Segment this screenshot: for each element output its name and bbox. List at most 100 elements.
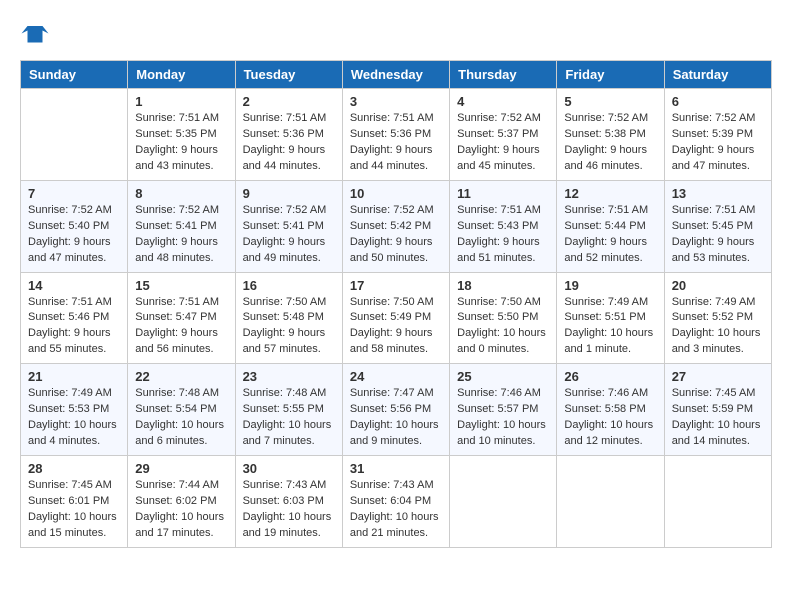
daylight-label: Daylight: 10 hours and 17 minutes. bbox=[135, 511, 224, 539]
calendar-cell: 30 Sunrise: 7:43 AM Sunset: 6:03 PM Dayl… bbox=[235, 456, 342, 548]
calendar-cell: 6 Sunrise: 7:52 AM Sunset: 5:39 PM Dayli… bbox=[664, 89, 771, 181]
day-info: Sunrise: 7:43 AM Sunset: 6:04 PM Dayligh… bbox=[350, 478, 442, 542]
sunset-label: Sunset: 6:04 PM bbox=[350, 495, 431, 507]
logo-icon bbox=[20, 20, 50, 50]
daylight-label: Daylight: 10 hours and 3 minutes. bbox=[672, 327, 761, 355]
day-number: 12 bbox=[564, 186, 656, 201]
calendar-table: SundayMondayTuesdayWednesdayThursdayFrid… bbox=[20, 60, 772, 548]
calendar-cell: 16 Sunrise: 7:50 AM Sunset: 5:48 PM Dayl… bbox=[235, 272, 342, 364]
daylight-label: Daylight: 10 hours and 1 minute. bbox=[564, 327, 653, 355]
day-number: 11 bbox=[457, 186, 549, 201]
day-info: Sunrise: 7:50 AM Sunset: 5:48 PM Dayligh… bbox=[243, 295, 335, 359]
day-info: Sunrise: 7:43 AM Sunset: 6:03 PM Dayligh… bbox=[243, 478, 335, 542]
sunset-label: Sunset: 5:50 PM bbox=[457, 311, 538, 323]
sunrise-label: Sunrise: 7:46 AM bbox=[564, 387, 648, 399]
day-info: Sunrise: 7:49 AM Sunset: 5:51 PM Dayligh… bbox=[564, 295, 656, 359]
calendar-week-5: 28 Sunrise: 7:45 AM Sunset: 6:01 PM Dayl… bbox=[21, 456, 772, 548]
daylight-label: Daylight: 9 hours and 57 minutes. bbox=[243, 327, 326, 355]
daylight-label: Daylight: 10 hours and 10 minutes. bbox=[457, 419, 546, 447]
day-number: 31 bbox=[350, 461, 442, 476]
day-info: Sunrise: 7:46 AM Sunset: 5:57 PM Dayligh… bbox=[457, 386, 549, 450]
sunrise-label: Sunrise: 7:52 AM bbox=[243, 204, 327, 216]
sunset-label: Sunset: 5:36 PM bbox=[243, 128, 324, 140]
calendar-cell: 13 Sunrise: 7:51 AM Sunset: 5:45 PM Dayl… bbox=[664, 180, 771, 272]
day-number: 25 bbox=[457, 369, 549, 384]
sunset-label: Sunset: 5:41 PM bbox=[135, 220, 216, 232]
sunrise-label: Sunrise: 7:43 AM bbox=[350, 479, 434, 491]
sunset-label: Sunset: 5:56 PM bbox=[350, 403, 431, 415]
day-info: Sunrise: 7:51 AM Sunset: 5:43 PM Dayligh… bbox=[457, 203, 549, 267]
daylight-label: Daylight: 9 hours and 53 minutes. bbox=[672, 236, 755, 264]
weekday-header-wednesday: Wednesday bbox=[342, 61, 449, 89]
daylight-label: Daylight: 9 hours and 52 minutes. bbox=[564, 236, 647, 264]
sunset-label: Sunset: 5:49 PM bbox=[350, 311, 431, 323]
sunrise-label: Sunrise: 7:48 AM bbox=[243, 387, 327, 399]
day-info: Sunrise: 7:52 AM Sunset: 5:42 PM Dayligh… bbox=[350, 203, 442, 267]
day-info: Sunrise: 7:52 AM Sunset: 5:37 PM Dayligh… bbox=[457, 111, 549, 175]
weekday-header-sunday: Sunday bbox=[21, 61, 128, 89]
calendar-cell: 2 Sunrise: 7:51 AM Sunset: 5:36 PM Dayli… bbox=[235, 89, 342, 181]
calendar-cell: 19 Sunrise: 7:49 AM Sunset: 5:51 PM Dayl… bbox=[557, 272, 664, 364]
sunrise-label: Sunrise: 7:50 AM bbox=[243, 296, 327, 308]
daylight-label: Daylight: 10 hours and 0 minutes. bbox=[457, 327, 546, 355]
calendar-cell: 4 Sunrise: 7:52 AM Sunset: 5:37 PM Dayli… bbox=[450, 89, 557, 181]
day-number: 8 bbox=[135, 186, 227, 201]
day-number: 28 bbox=[28, 461, 120, 476]
sunset-label: Sunset: 5:48 PM bbox=[243, 311, 324, 323]
sunset-label: Sunset: 5:53 PM bbox=[28, 403, 109, 415]
weekday-header-friday: Friday bbox=[557, 61, 664, 89]
daylight-label: Daylight: 9 hours and 43 minutes. bbox=[135, 144, 218, 172]
sunset-label: Sunset: 5:59 PM bbox=[672, 403, 753, 415]
sunset-label: Sunset: 5:46 PM bbox=[28, 311, 109, 323]
sunrise-label: Sunrise: 7:48 AM bbox=[135, 387, 219, 399]
daylight-label: Daylight: 9 hours and 45 minutes. bbox=[457, 144, 540, 172]
sunrise-label: Sunrise: 7:52 AM bbox=[135, 204, 219, 216]
daylight-label: Daylight: 10 hours and 9 minutes. bbox=[350, 419, 439, 447]
daylight-label: Daylight: 10 hours and 19 minutes. bbox=[243, 511, 332, 539]
weekday-header-tuesday: Tuesday bbox=[235, 61, 342, 89]
day-info: Sunrise: 7:49 AM Sunset: 5:53 PM Dayligh… bbox=[28, 386, 120, 450]
day-info: Sunrise: 7:51 AM Sunset: 5:47 PM Dayligh… bbox=[135, 295, 227, 359]
calendar-cell: 10 Sunrise: 7:52 AM Sunset: 5:42 PM Dayl… bbox=[342, 180, 449, 272]
sunset-label: Sunset: 5:38 PM bbox=[564, 128, 645, 140]
daylight-label: Daylight: 10 hours and 21 minutes. bbox=[350, 511, 439, 539]
sunset-label: Sunset: 5:54 PM bbox=[135, 403, 216, 415]
daylight-label: Daylight: 9 hours and 55 minutes. bbox=[28, 327, 111, 355]
sunrise-label: Sunrise: 7:45 AM bbox=[28, 479, 112, 491]
day-number: 23 bbox=[243, 369, 335, 384]
day-info: Sunrise: 7:47 AM Sunset: 5:56 PM Dayligh… bbox=[350, 386, 442, 450]
daylight-label: Daylight: 10 hours and 7 minutes. bbox=[243, 419, 332, 447]
day-info: Sunrise: 7:52 AM Sunset: 5:41 PM Dayligh… bbox=[243, 203, 335, 267]
daylight-label: Daylight: 9 hours and 46 minutes. bbox=[564, 144, 647, 172]
daylight-label: Daylight: 10 hours and 12 minutes. bbox=[564, 419, 653, 447]
day-info: Sunrise: 7:52 AM Sunset: 5:38 PM Dayligh… bbox=[564, 111, 656, 175]
daylight-label: Daylight: 10 hours and 4 minutes. bbox=[28, 419, 117, 447]
sunrise-label: Sunrise: 7:51 AM bbox=[672, 204, 756, 216]
sunrise-label: Sunrise: 7:52 AM bbox=[457, 112, 541, 124]
daylight-label: Daylight: 9 hours and 48 minutes. bbox=[135, 236, 218, 264]
day-number: 20 bbox=[672, 278, 764, 293]
day-number: 21 bbox=[28, 369, 120, 384]
sunset-label: Sunset: 5:41 PM bbox=[243, 220, 324, 232]
sunrise-label: Sunrise: 7:52 AM bbox=[350, 204, 434, 216]
sunset-label: Sunset: 5:57 PM bbox=[457, 403, 538, 415]
day-number: 18 bbox=[457, 278, 549, 293]
calendar-cell: 18 Sunrise: 7:50 AM Sunset: 5:50 PM Dayl… bbox=[450, 272, 557, 364]
calendar-cell: 21 Sunrise: 7:49 AM Sunset: 5:53 PM Dayl… bbox=[21, 364, 128, 456]
calendar-cell bbox=[450, 456, 557, 548]
day-number: 1 bbox=[135, 94, 227, 109]
sunrise-label: Sunrise: 7:51 AM bbox=[350, 112, 434, 124]
day-info: Sunrise: 7:48 AM Sunset: 5:54 PM Dayligh… bbox=[135, 386, 227, 450]
calendar-cell: 15 Sunrise: 7:51 AM Sunset: 5:47 PM Dayl… bbox=[128, 272, 235, 364]
calendar-cell: 31 Sunrise: 7:43 AM Sunset: 6:04 PM Dayl… bbox=[342, 456, 449, 548]
sunset-label: Sunset: 5:47 PM bbox=[135, 311, 216, 323]
sunrise-label: Sunrise: 7:44 AM bbox=[135, 479, 219, 491]
day-number: 26 bbox=[564, 369, 656, 384]
day-info: Sunrise: 7:45 AM Sunset: 5:59 PM Dayligh… bbox=[672, 386, 764, 450]
calendar-cell: 3 Sunrise: 7:51 AM Sunset: 5:36 PM Dayli… bbox=[342, 89, 449, 181]
day-info: Sunrise: 7:52 AM Sunset: 5:41 PM Dayligh… bbox=[135, 203, 227, 267]
sunset-label: Sunset: 6:03 PM bbox=[243, 495, 324, 507]
day-info: Sunrise: 7:51 AM Sunset: 5:36 PM Dayligh… bbox=[350, 111, 442, 175]
calendar-cell: 26 Sunrise: 7:46 AM Sunset: 5:58 PM Dayl… bbox=[557, 364, 664, 456]
day-info: Sunrise: 7:50 AM Sunset: 5:50 PM Dayligh… bbox=[457, 295, 549, 359]
